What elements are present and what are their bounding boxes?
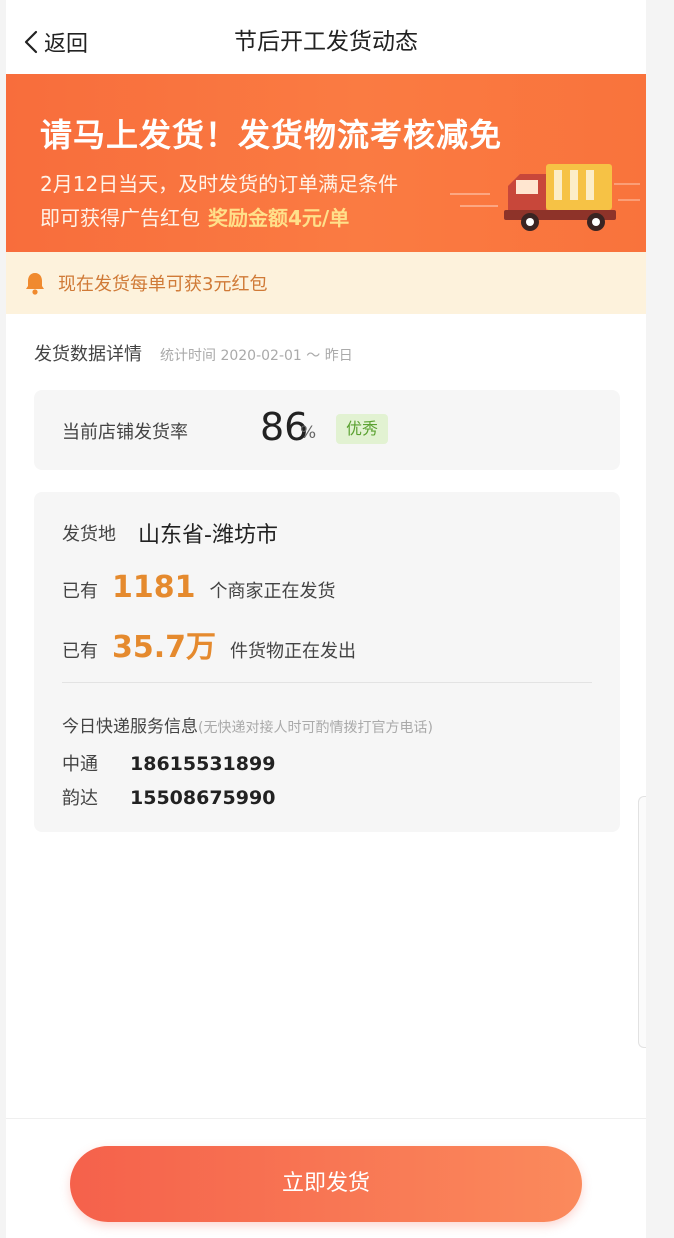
merchants-suffix: 个商家正在发货: [209, 581, 336, 602]
stats-period: 统计时间 2020-02-01 ～ 昨日: [160, 348, 353, 364]
merchants-count: 1181: [112, 570, 196, 605]
courier-phone[interactable]: 18615531899: [130, 753, 275, 775]
courier-phone[interactable]: 15508675990: [130, 787, 275, 809]
express-info-title: 今日快递服务信息: [62, 717, 198, 737]
rating-badge: 优秀: [336, 414, 389, 444]
express-info-header: 今日快递服务信息 (无快递对接人时可酌情拨打官方电话): [62, 712, 433, 737]
origin-value: 山东省-潍坊市: [138, 523, 278, 548]
app-page: 返回 节后开工发货动态 请马上发货！发货物流考核减免 2月12日当天，及时发货的…: [6, 0, 646, 1238]
delivery-truck-icon: [450, 164, 640, 231]
goods-prefix: 已有: [62, 641, 98, 662]
stats-section-header: 发货数据详情 统计时间 2020-02-01 ～ 昨日: [34, 340, 353, 366]
shipping-rate-label: 当前店铺发货率: [62, 422, 188, 443]
shipping-rate-card: 当前店铺发货率 86 % 优秀: [34, 390, 620, 470]
nav-bar: 返回 节后开工发货动态: [6, 0, 646, 74]
courier-row: 韵达 15508675990: [62, 784, 275, 810]
merchants-shipping-stat: 已有 1181 个商家正在发货: [62, 570, 336, 605]
red-packet-notice: 现在发货每单可获3元红包: [6, 252, 646, 314]
page-title: 节后开工发货动态: [234, 29, 418, 55]
bell-icon: [26, 273, 44, 295]
goods-shipping-stat: 已有 35.7万 件货物正在发出: [62, 622, 356, 666]
goods-suffix: 件货物正在发出: [230, 641, 357, 662]
scroll-handle[interactable]: [638, 796, 646, 1048]
shipping-rate-unit: %: [300, 423, 317, 443]
banner-title: 请马上发货！发货物流考核减免: [40, 116, 503, 154]
merchants-prefix: 已有: [62, 581, 98, 602]
origin-label: 发货地: [62, 524, 116, 545]
shipping-info-card: 发货地 山东省-潍坊市 已有 1181 个商家正在发货 已有 35.7万 件货物…: [34, 492, 620, 832]
section-title: 发货数据详情: [34, 344, 142, 365]
promo-banner: 请马上发货！发货物流考核减免 2月12日当天，及时发货的订单满足条件 即可获得广…: [6, 74, 646, 252]
courier-name: 韵达: [62, 788, 98, 809]
divider: [62, 682, 592, 683]
courier-row: 中通 18615531899: [62, 750, 275, 776]
banner-condition-text: 2月12日当天，及时发货的订单满足条件: [40, 172, 399, 196]
ship-now-button[interactable]: 立即发货: [70, 1146, 582, 1222]
courier-name: 中通: [62, 754, 98, 775]
bottom-divider: [6, 1118, 646, 1119]
banner-reward-amount: 奖励金额4元/单: [208, 206, 350, 230]
banner-reward-text: 即可获得广告红包 奖励金额4元/单: [40, 202, 349, 231]
goods-count: 35.7万: [112, 630, 217, 665]
banner-reward-prefix: 即可获得广告红包: [40, 206, 200, 230]
notice-text: 现在发货每单可获3元红包: [58, 274, 268, 295]
express-info-note: (无快递对接人时可酌情拨打官方电话): [198, 720, 433, 736]
